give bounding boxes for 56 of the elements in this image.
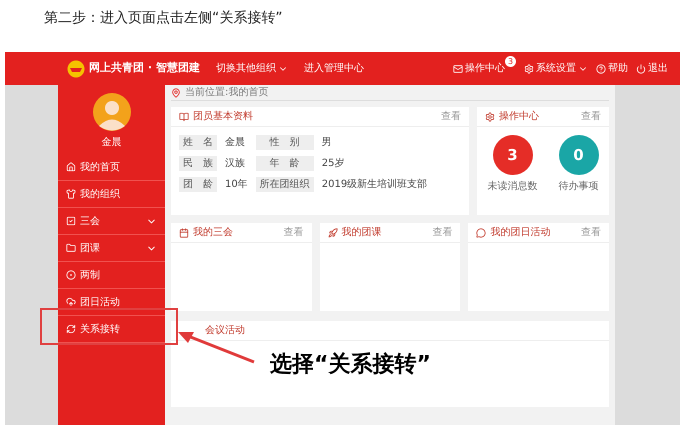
field-value: 汉族 [225, 156, 246, 171]
step-caption: 第二步：进入页面点击左侧“关系接转” [44, 9, 284, 28]
field-label: 年 龄 [256, 156, 314, 171]
chat-icon [476, 228, 486, 238]
target-icon [66, 270, 76, 280]
calendar-icon [179, 228, 189, 238]
field-label: 团 龄 [179, 177, 217, 192]
field-value: 金晨 [225, 136, 246, 150]
view-link[interactable]: 查看 [284, 225, 304, 240]
home-icon [66, 162, 76, 172]
header-link[interactable]: 操作中心 [453, 61, 505, 76]
header-link[interactable]: 退出 [636, 61, 668, 76]
nav-link[interactable]: 切换其他组织 [216, 61, 288, 76]
settings-icon [524, 64, 534, 74]
view-link[interactable]: 查看 [441, 109, 461, 124]
card-title: 操作中心 [499, 110, 539, 124]
gear-icon [485, 112, 495, 122]
avatar [92, 93, 130, 131]
rocket-icon [328, 228, 338, 238]
stat-label: 未读消息数 [488, 180, 538, 194]
view-link[interactable]: 查看 [581, 109, 601, 124]
card-title: 会议活动 [205, 324, 245, 338]
location-icon [171, 88, 181, 98]
annotation-text: 选择“关系接转” [270, 351, 431, 379]
notification-badge: 3 [505, 56, 516, 67]
refresh-icon [66, 324, 76, 334]
field-label: 性 别 [256, 135, 314, 150]
field-value: 10年 [225, 178, 248, 192]
book-icon [179, 112, 189, 122]
user-name: 金晨 [102, 136, 122, 150]
card-title: 我的三会 [193, 226, 233, 240]
power-icon [636, 64, 646, 74]
field-label: 姓 名 [179, 135, 217, 150]
field-value: 2019级新生培训班支部 [322, 178, 428, 192]
view-link[interactable]: 查看 [432, 225, 452, 240]
header-link[interactable]: 帮助 [596, 61, 628, 76]
field-value: 男 [322, 136, 333, 150]
help-icon [596, 64, 606, 74]
breadcrumb: 当前位置:我的首页 [185, 86, 268, 100]
mail-icon [453, 64, 463, 74]
field-label: 所在团组织 [256, 177, 314, 192]
view-link[interactable]: 查看 [581, 225, 602, 240]
field-value: 25岁 [322, 156, 346, 171]
field-label: 民 族 [179, 156, 217, 171]
header-link[interactable]: 系统设置 [524, 61, 588, 76]
site-logo-text: 网上共青团 · 智慧团建 [89, 60, 200, 76]
checkbox-icon [66, 216, 76, 226]
cloud-upload-icon [66, 297, 76, 307]
nav-link[interactable]: 进入管理中心 [304, 61, 364, 76]
card-title: 团员基本资料 [193, 110, 253, 124]
stat-label: 待办事项 [558, 180, 598, 194]
emblem-icon [67, 60, 85, 78]
shirt-icon [66, 189, 76, 199]
card-title: 我的团日活动 [490, 226, 550, 240]
card-title: 我的团课 [342, 226, 382, 240]
folder-icon [66, 243, 76, 253]
